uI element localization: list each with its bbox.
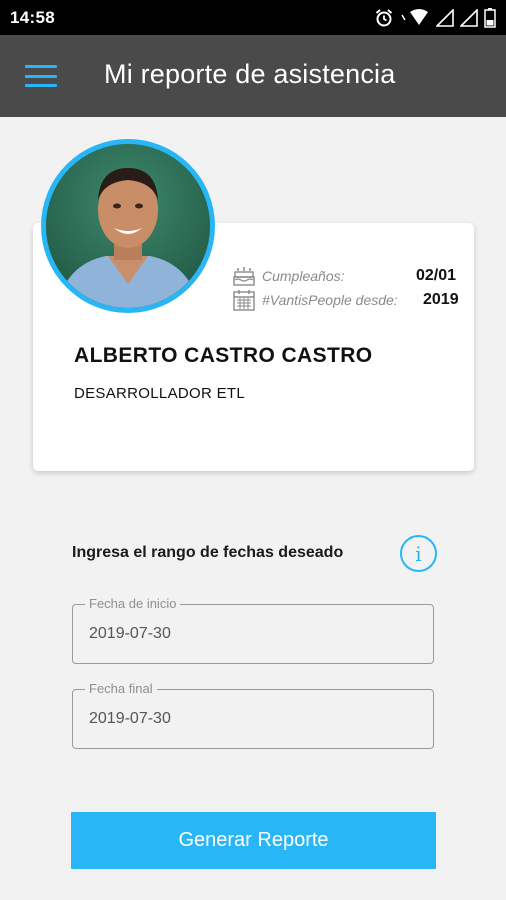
start-date-input[interactable] [89,625,409,643]
employee-role: DESARROLLADOR ETL [74,385,245,402]
wifi-icon [401,8,428,25]
employee-name: ALBERTO CASTRO CASTRO [74,344,373,367]
since-value: 2019 [423,291,459,308]
start-date-label: Fecha de inicio [85,596,181,611]
since-row: #VantisPeople desde: [232,289,398,311]
signal-icon [460,8,478,27]
menu-icon [25,74,57,78]
page-title: Mi reporte de asistencia [104,59,396,89]
alarm-icon [375,8,393,26]
birthday-label: Cumpleaños: [262,268,345,284]
end-date-field[interactable]: Fecha final [72,681,434,749]
birthday-value: 02/01 [416,267,457,284]
calendar-icon [233,290,255,311]
app-bar: Mi reporte de asistencia [0,35,506,117]
avatar [41,139,215,313]
menu-button[interactable] [22,63,60,89]
info-icon: i [415,541,422,566]
menu-icon [25,65,57,68]
menu-icon [25,84,57,87]
since-label: #VantisPeople desde: [262,292,398,308]
signal-icon [436,8,454,27]
info-button[interactable]: i [400,535,437,572]
end-date-label: Fecha final [85,681,157,696]
battery-icon [484,7,496,28]
status-bar: 14:58 [0,0,506,35]
start-date-field[interactable]: Fecha de inicio [72,596,434,664]
status-icons [374,7,496,28]
profile-photo [46,144,210,308]
birthday-row: Cumpleaños: [232,265,345,287]
generate-report-button[interactable]: Generar Reporte [71,812,436,869]
end-date-input[interactable] [89,710,409,728]
status-time: 14:58 [10,7,55,27]
range-label: Ingresa el rango de fechas deseado [72,544,344,561]
cake-icon [233,267,255,286]
